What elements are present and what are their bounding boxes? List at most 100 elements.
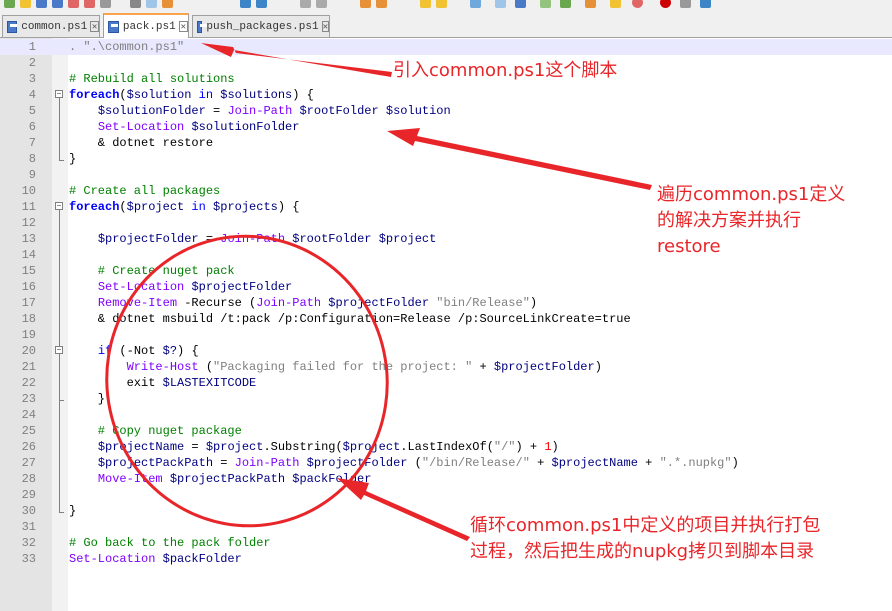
file-icon <box>197 20 208 33</box>
code-line[interactable]: 9 <box>0 167 892 183</box>
save-all-icon[interactable] <box>52 0 63 8</box>
close-all-icon[interactable] <box>84 0 95 8</box>
toolbar <box>0 0 892 12</box>
tab-close-icon[interactable]: ✕ <box>90 21 99 32</box>
code-line[interactable]: 7 & dotnet restore <box>0 135 892 151</box>
code-token: $project <box>126 200 185 214</box>
code-line[interactable]: 28 Move-Item $projectPackPath $packFolde… <box>0 471 892 487</box>
code-line[interactable]: 8} <box>0 151 892 167</box>
code-token: ) { <box>177 344 199 358</box>
sync-v-icon[interactable] <box>420 0 431 8</box>
record-macro-icon[interactable] <box>660 0 671 8</box>
code-token: + <box>529 456 552 470</box>
show-all-chars-icon[interactable] <box>495 0 506 8</box>
open-file-icon[interactable] <box>20 0 31 8</box>
new-file-icon[interactable] <box>4 0 15 8</box>
line-number: 19 <box>21 328 36 342</box>
lang-icon[interactable] <box>540 0 551 8</box>
function-list-icon[interactable] <box>585 0 596 8</box>
tab-common-ps1[interactable]: common.ps1 ✕ <box>2 15 100 37</box>
code-line[interactable]: 18 & dotnet msbuild /t:pack /p:Configura… <box>0 311 892 327</box>
tab-close-icon[interactable]: ✕ <box>178 21 188 32</box>
sync-h-icon[interactable] <box>436 0 447 8</box>
zoom-out-icon[interactable] <box>376 0 387 8</box>
undo-icon[interactable] <box>240 0 251 8</box>
paste-icon[interactable] <box>162 0 173 8</box>
code-line[interactable]: 4 foreach($solution in $solutions) { <box>0 87 892 103</box>
code-token: "/bin/Release/" <box>421 456 530 470</box>
code-token: = <box>213 456 235 470</box>
redo-icon[interactable] <box>256 0 267 8</box>
line-number: 9 <box>28 168 36 182</box>
tab-pack-ps1[interactable]: pack.ps1 ✕ <box>103 13 189 38</box>
code-line[interactable]: 16 Set-Location $projectFolder <box>0 279 892 295</box>
save-icon[interactable] <box>36 0 47 8</box>
annotation-text: 的解决方案并执行 <box>657 210 801 231</box>
code-line[interactable]: 19 <box>0 327 892 343</box>
play-macro-icon[interactable] <box>700 0 711 8</box>
code-text: foreach($project in $projects) { <box>69 199 299 215</box>
word-wrap-icon[interactable] <box>470 0 481 8</box>
code-line[interactable]: 22 exit $LASTEXITCODE <box>0 375 892 391</box>
code-text: Set-Location $solutionFolder <box>69 119 300 135</box>
code-token: $project <box>378 232 437 246</box>
code-line[interactable]: 17 Remove-Item -Recurse (Join-Path $proj… <box>0 295 892 311</box>
stop-record-icon[interactable] <box>680 0 691 8</box>
code-token: Set-Location <box>97 120 185 134</box>
code-token: } <box>69 504 77 518</box>
code-token: = <box>205 104 228 118</box>
code-line[interactable]: 25 # Copy nuget package <box>0 423 892 439</box>
line-number: 28 <box>21 472 36 486</box>
indent-guide-icon[interactable] <box>515 0 526 8</box>
tab-close-icon[interactable]: ✕ <box>321 21 329 32</box>
code-token: 1 <box>544 440 552 454</box>
line-number: 14 <box>21 248 36 262</box>
cut-icon[interactable] <box>130 0 141 8</box>
code-text: $solutionFolder = Join-Path $rootFolder … <box>69 103 451 119</box>
code-line[interactable]: 1 . ".\common.ps1" <box>0 39 892 55</box>
tab-bar: common.ps1 ✕ pack.ps1 ✕ push_packages.ps… <box>0 12 892 38</box>
code-line[interactable]: 15 # Create nuget pack <box>0 263 892 279</box>
code-line[interactable]: 20 if (-Not $?) { <box>0 343 892 359</box>
zoom-in-icon[interactable] <box>360 0 371 8</box>
copy-icon[interactable] <box>146 0 157 8</box>
code-text: Move-Item $projectPackPath $packFolder <box>69 471 372 487</box>
code-line[interactable]: 27 $projectPackPath = Join-Path $project… <box>0 455 892 471</box>
line-number: 31 <box>21 520 36 534</box>
code-token: ) <box>731 456 739 470</box>
code-line[interactable]: 23 } <box>0 391 892 407</box>
code-text: Write-Host ("Packaging failed for the pr… <box>69 359 602 375</box>
code-line[interactable]: 26 $projectName = $project.Substring($pr… <box>0 439 892 455</box>
code-token: $solutionFolder <box>191 120 300 134</box>
code-token: } <box>69 392 106 406</box>
replace-icon[interactable] <box>316 0 327 8</box>
monitoring-icon[interactable] <box>632 0 643 8</box>
close-icon[interactable] <box>68 0 79 8</box>
doc-map-icon[interactable] <box>560 0 571 8</box>
code-token: "Packaging failed for the project: " <box>213 360 473 374</box>
folder-workspace-icon[interactable] <box>610 0 621 8</box>
code-token: ) <box>551 440 559 454</box>
line-number: 13 <box>21 232 36 246</box>
code-line[interactable]: 5 $solutionFolder = Join-Path $rootFolde… <box>0 103 892 119</box>
code-line[interactable]: 21 Write-Host ("Packaging failed for the… <box>0 359 892 375</box>
find-icon[interactable] <box>300 0 311 8</box>
code-token: $projectFolder <box>97 232 199 246</box>
print-icon[interactable] <box>100 0 111 8</box>
code-token: $projectName <box>97 440 185 454</box>
line-number: 12 <box>21 216 36 230</box>
code-line[interactable]: 6 Set-Location $solutionFolder <box>0 119 892 135</box>
line-number: 1 <box>28 40 36 54</box>
line-number: 33 <box>21 552 36 566</box>
tab-push-packages-ps1[interactable]: push_packages.ps1 ✕ <box>192 15 330 37</box>
code-token: $project <box>342 440 401 454</box>
code-token: $solutionFolder <box>97 104 206 118</box>
code-line[interactable]: 24 <box>0 407 892 423</box>
code-line[interactable]: 29 <box>0 487 892 503</box>
code-text: # Create all packages <box>69 183 220 199</box>
code-token: $? <box>162 344 178 358</box>
